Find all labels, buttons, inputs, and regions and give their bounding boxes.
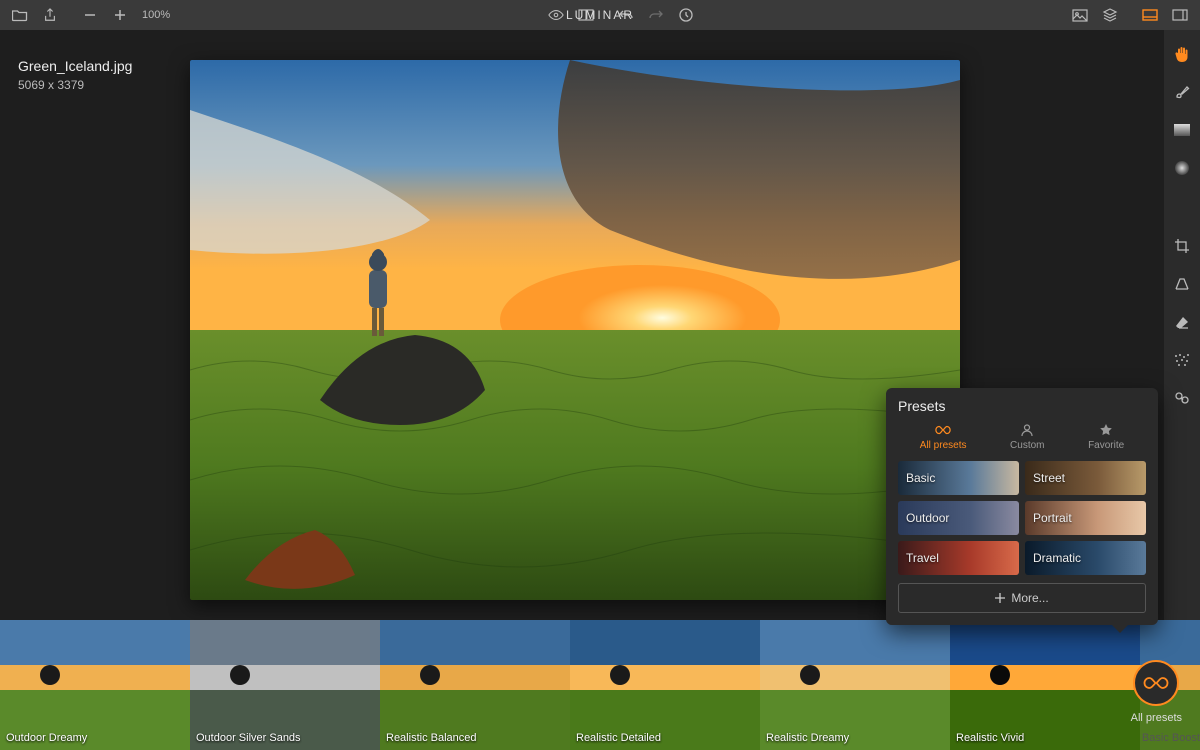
clone-tool-icon[interactable] — [1172, 388, 1192, 408]
presets-popover: Presets All presets Custom Favorite Basi… — [886, 388, 1158, 625]
share-icon[interactable] — [42, 7, 58, 23]
star-icon — [1098, 422, 1114, 438]
preset-thumb[interactable]: Realistic Dreamy — [760, 620, 950, 750]
preset-thumb[interactable]: Outdoor Silver Sands — [190, 620, 380, 750]
preset-category-street[interactable]: Street — [1025, 461, 1146, 495]
zoom-in-icon[interactable] — [112, 7, 128, 23]
preset-category-travel[interactable]: Travel — [898, 541, 1019, 575]
preset-thumb[interactable]: Realistic Detailed — [570, 620, 760, 750]
top-toolbar: 100% LUMINAR — [0, 0, 1200, 30]
history-icon[interactable] — [678, 7, 694, 23]
app-title: LUMINAR — [566, 8, 634, 22]
presets-more-button[interactable]: More... — [898, 583, 1146, 613]
user-icon — [1019, 422, 1035, 438]
presets-tab-favorite[interactable]: Favorite — [1088, 422, 1124, 451]
filmstrip: Outdoor Dreamy Outdoor Silver Sands Real… — [0, 620, 1200, 750]
file-dimensions: 5069 x 3379 — [18, 78, 132, 92]
infinity-icon — [935, 422, 951, 438]
filmstrip-overflow-label: Basic Boost — [1142, 732, 1200, 744]
preset-category-portrait[interactable]: Portrait — [1025, 501, 1146, 535]
presets-title: Presets — [898, 398, 1146, 414]
presets-panel-toggle-icon[interactable] — [1142, 7, 1158, 23]
side-panel-toggle-icon[interactable] — [1172, 7, 1188, 23]
folder-open-icon[interactable] — [12, 7, 28, 23]
file-info: Green_Iceland.jpg 5069 x 3379 — [18, 58, 132, 92]
hand-tool-icon[interactable] — [1172, 44, 1192, 64]
presets-tab-all[interactable]: All presets — [920, 422, 967, 451]
preset-category-basic[interactable]: Basic — [898, 461, 1019, 495]
denoise-tool-icon[interactable] — [1172, 350, 1192, 370]
infinity-icon — [1133, 660, 1179, 706]
presets-tab-custom[interactable]: Custom — [1010, 422, 1044, 451]
crop-tool-icon[interactable] — [1172, 236, 1192, 256]
layers-icon[interactable] — [1102, 7, 1118, 23]
brush-tool-icon[interactable] — [1172, 82, 1192, 102]
file-name: Green_Iceland.jpg — [18, 58, 132, 74]
preset-thumb[interactable]: Realistic Vivid — [950, 620, 1140, 750]
transform-tool-icon[interactable] — [1172, 274, 1192, 294]
zoom-out-icon[interactable] — [82, 7, 98, 23]
redo-icon[interactable] — [648, 7, 664, 23]
image-icon[interactable] — [1072, 7, 1088, 23]
radial-tool-icon[interactable] — [1172, 158, 1192, 178]
gradient-tool-icon[interactable] — [1172, 120, 1192, 140]
plus-icon — [995, 593, 1005, 603]
right-toolstrip — [1164, 30, 1200, 620]
all-presets-button[interactable]: All presets — [1131, 660, 1182, 724]
preset-category-dramatic[interactable]: Dramatic — [1025, 541, 1146, 575]
eraser-tool-icon[interactable] — [1172, 312, 1192, 332]
preset-thumb[interactable]: Realistic Balanced — [380, 620, 570, 750]
zoom-level: 100% — [142, 9, 170, 21]
preset-thumb[interactable]: Outdoor Dreamy — [0, 620, 190, 750]
main-photo[interactable] — [190, 60, 960, 600]
eye-icon[interactable] — [548, 7, 564, 23]
preset-category-outdoor[interactable]: Outdoor — [898, 501, 1019, 535]
